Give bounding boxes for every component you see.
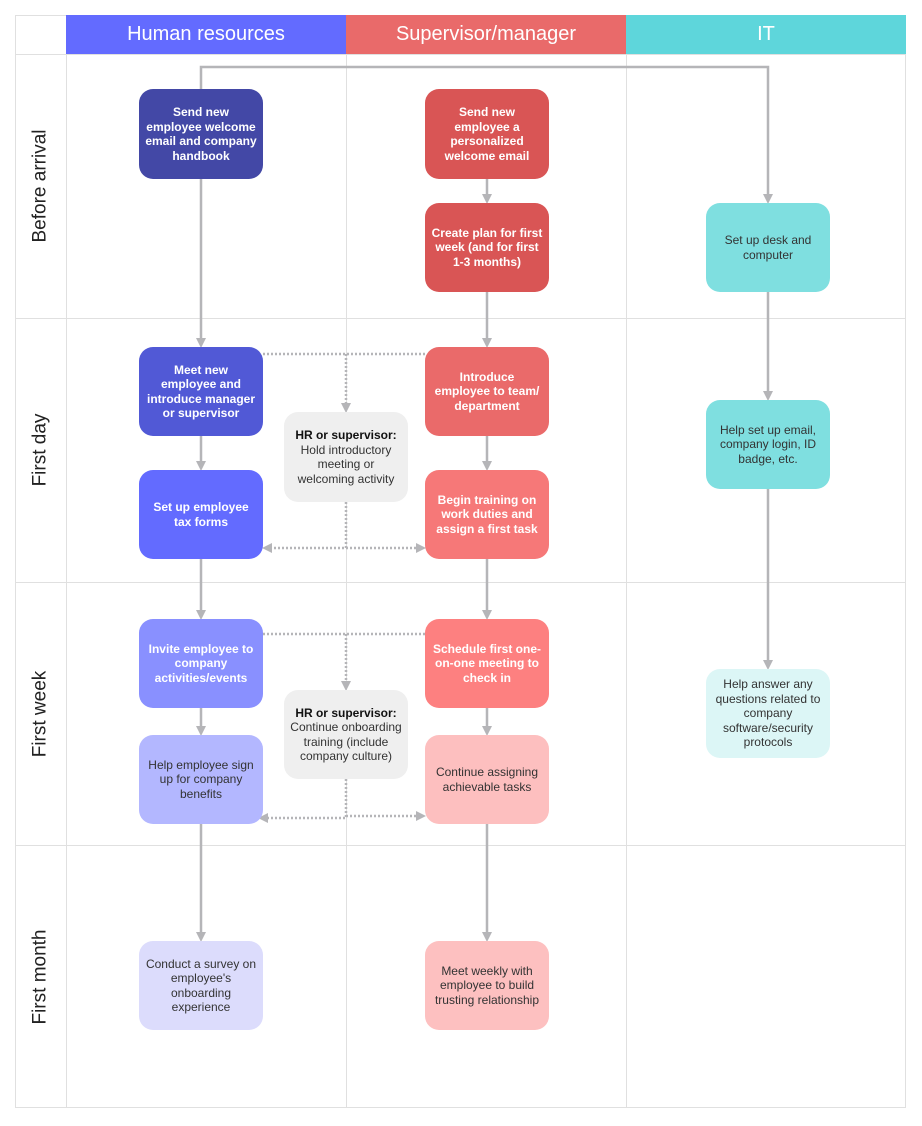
supervisor-step[interactable]: Schedule first one-on-one meeting to che… (425, 619, 549, 708)
hr-step[interactable]: Help employee sign up for company benefi… (139, 735, 263, 824)
dotted-connector (263, 352, 425, 410)
shared-step-title: HR or supervisor: (295, 428, 397, 442)
it-step[interactable]: Help set up email, company login, ID bad… (706, 400, 830, 489)
hr-step[interactable]: Send new employee welcome email and comp… (139, 89, 263, 179)
shared-step-text: Hold introductory meeting or welcoming a… (297, 442, 395, 486)
shared-step-title: HR or supervisor: (295, 705, 397, 720)
dotted-connector (262, 502, 348, 553)
shared-step-text: Continue onboarding training (include co… (290, 720, 402, 763)
dotted-connector (263, 632, 425, 688)
hr-step[interactable]: Conduct a survey on employee's onboardin… (139, 941, 263, 1030)
supervisor-step[interactable]: Introduce employee to team/ department (425, 347, 549, 436)
dotted-connector (258, 779, 348, 823)
hr-step[interactable]: Set up employee tax forms (139, 470, 263, 559)
it-step[interactable]: Set up desk and computer (706, 203, 830, 292)
hr-step[interactable]: Meet new employee and introduce manager … (139, 347, 263, 436)
supervisor-step[interactable]: Meet weekly with employee to build trust… (425, 941, 549, 1030)
supervisor-step[interactable]: Continue assigning achievable tasks (425, 735, 549, 824)
shared-step[interactable]: HR or supervisor: Continue onboarding tra… (284, 690, 408, 779)
supervisor-step[interactable]: Send new employee a personalized welcome… (425, 89, 549, 179)
it-step[interactable]: Help answer any questions related to com… (706, 669, 830, 758)
supervisor-step[interactable]: Begin training on work duties and assign… (425, 470, 549, 559)
hr-step[interactable]: Invite employee to company activities/ev… (139, 619, 263, 708)
supervisor-step[interactable]: Create plan for first week (and for firs… (425, 203, 549, 292)
shared-step[interactable]: HR or supervisor: Hold introductory meeti… (284, 412, 408, 502)
